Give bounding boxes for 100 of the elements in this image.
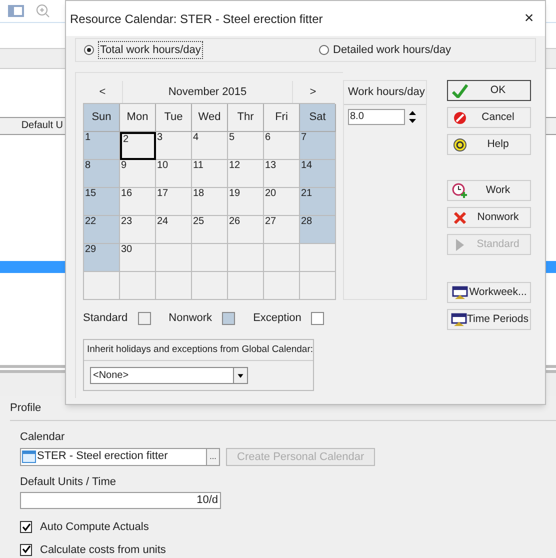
clock-plus-icon bbox=[452, 182, 468, 198]
dialog-button[interactable]: Cancel bbox=[447, 107, 531, 128]
dialog-title: Resource Calendar: STER - Steel erection fitter bbox=[70, 10, 324, 28]
checkbox-label: Auto Compute Actuals bbox=[40, 520, 149, 536]
help-icon bbox=[453, 138, 467, 152]
date-cell[interactable]: 17 bbox=[156, 188, 192, 216]
date-cell[interactable]: 13 bbox=[264, 160, 300, 188]
date-cell[interactable] bbox=[300, 244, 336, 272]
radio-button[interactable] bbox=[319, 45, 329, 55]
legend-swatch bbox=[138, 312, 151, 325]
date-cell[interactable] bbox=[192, 244, 228, 272]
hours-title: Work hours/day bbox=[344, 81, 426, 104]
date-cell[interactable] bbox=[300, 272, 336, 300]
date-cell[interactable]: 16 bbox=[120, 188, 156, 216]
calendar-label: Calendar bbox=[20, 430, 66, 446]
prohibited-icon bbox=[453, 110, 467, 124]
date-cell[interactable]: 21 bbox=[300, 188, 336, 216]
monitor-icon bbox=[451, 312, 467, 326]
calendar-field[interactable]: STER - Steel erection fitter ... bbox=[20, 448, 220, 466]
date-cell[interactable]: 15 bbox=[84, 188, 120, 216]
weekday-header: Fri bbox=[264, 104, 300, 132]
month-label: November 2015 bbox=[167, 85, 248, 100]
legend-label: Nonwork bbox=[168, 311, 212, 326]
dialog-button[interactable]: Help bbox=[447, 134, 531, 155]
zoom-in-icon[interactable] bbox=[36, 4, 50, 18]
dropdown-value: <None> bbox=[92, 368, 130, 383]
check-icon bbox=[22, 522, 30, 532]
weekday-header: Sat bbox=[300, 104, 336, 132]
date-cell[interactable] bbox=[84, 272, 120, 300]
units-label: Default Units / Time bbox=[20, 474, 117, 490]
inherit-dropdown[interactable]: <None> bbox=[90, 366, 248, 384]
radio-label: Total work hours/day bbox=[98, 40, 203, 60]
date-cell[interactable]: 14 bbox=[300, 160, 336, 188]
date-cell[interactable]: 1 bbox=[84, 132, 120, 160]
check-icon bbox=[22, 545, 30, 554]
date-cell[interactable]: 22 bbox=[84, 216, 120, 244]
weekday-header: Wed bbox=[192, 104, 228, 132]
hours-field[interactable]: 8.0 bbox=[348, 108, 405, 124]
calendar-value: STER - Steel erection fitter bbox=[37, 449, 169, 464]
date-cell[interactable]: 10 bbox=[156, 160, 192, 188]
date-cell[interactable] bbox=[156, 244, 192, 272]
close-button[interactable]: × bbox=[517, 6, 541, 30]
date-cell[interactable]: 12 bbox=[228, 160, 264, 188]
date-cell[interactable] bbox=[156, 272, 192, 300]
checkbox-label: Calculate costs from units bbox=[40, 542, 166, 558]
dialog-button[interactable]: Nonwork bbox=[447, 207, 531, 228]
cross-icon bbox=[453, 210, 467, 224]
date-cell[interactable] bbox=[264, 244, 300, 272]
dialog-button[interactable]: Workweek... bbox=[447, 282, 531, 303]
date-cell[interactable]: 3 bbox=[156, 132, 192, 160]
date-cell[interactable]: 30 bbox=[120, 244, 156, 272]
date-cell[interactable]: 6 bbox=[264, 132, 300, 160]
legend-swatch bbox=[311, 312, 324, 325]
date-cell[interactable]: 8 bbox=[84, 160, 120, 188]
column-header[interactable]: Default U bbox=[0, 118, 64, 134]
layout-icon[interactable] bbox=[8, 5, 24, 17]
weekday-header: Thr bbox=[228, 104, 264, 132]
spinner-icon[interactable] bbox=[408, 110, 417, 124]
radio-button[interactable] bbox=[84, 45, 94, 55]
date-cell[interactable]: 4 bbox=[192, 132, 228, 160]
inherit-label: Inherit holidays and exceptions from Global Calendar: bbox=[84, 340, 313, 361]
date-cell[interactable]: 18 bbox=[192, 188, 228, 216]
date-cell[interactable]: 11 bbox=[192, 160, 228, 188]
date-cell[interactable] bbox=[120, 272, 156, 300]
units-field[interactable]: 10/d bbox=[20, 492, 221, 510]
date-cell[interactable]: 29 bbox=[84, 244, 120, 272]
date-cell[interactable]: 28 bbox=[300, 216, 336, 244]
browse-button[interactable]: ... bbox=[206, 448, 219, 465]
date-cell[interactable] bbox=[228, 272, 264, 300]
checkbox[interactable] bbox=[20, 544, 32, 556]
date-cell[interactable]: 19 bbox=[228, 188, 264, 216]
radio-label: Detailed work hours/day bbox=[333, 42, 452, 58]
date-cell[interactable]: 26 bbox=[228, 216, 264, 244]
date-cell[interactable]: 9 bbox=[120, 160, 156, 188]
date-cell[interactable]: 7 bbox=[300, 132, 336, 160]
weekday-header: Sun bbox=[84, 104, 120, 132]
date-cell[interactable]: 25 bbox=[192, 216, 228, 244]
date-cell[interactable] bbox=[228, 244, 264, 272]
date-cell[interactable]: 23 bbox=[120, 216, 156, 244]
date-cell[interactable]: 27 bbox=[264, 216, 300, 244]
dialog-button[interactable]: Time Periods bbox=[447, 309, 531, 330]
date-cell[interactable]: 20 bbox=[264, 188, 300, 216]
checkmark-icon bbox=[452, 84, 468, 98]
weekday-header: Mon bbox=[120, 104, 156, 132]
monitor-icon bbox=[452, 286, 468, 300]
weekday-header: Tue bbox=[156, 104, 192, 132]
legend-label: Standard bbox=[83, 311, 128, 326]
legend-swatch bbox=[222, 312, 236, 325]
dialog-button[interactable]: OK bbox=[447, 80, 531, 101]
calendar-icon bbox=[22, 450, 36, 464]
date-cell[interactable] bbox=[192, 272, 228, 300]
section-title: Profile bbox=[10, 400, 42, 416]
checkbox[interactable] bbox=[20, 521, 32, 534]
date-cell[interactable] bbox=[264, 272, 300, 300]
date-cell[interactable]: 2 bbox=[120, 132, 156, 160]
date-cell[interactable]: 24 bbox=[156, 216, 192, 244]
date-cell[interactable]: 5 bbox=[228, 132, 264, 160]
dialog-button[interactable]: Work bbox=[447, 180, 531, 201]
legend-label: Exception bbox=[253, 311, 302, 326]
play-icon bbox=[456, 238, 464, 250]
